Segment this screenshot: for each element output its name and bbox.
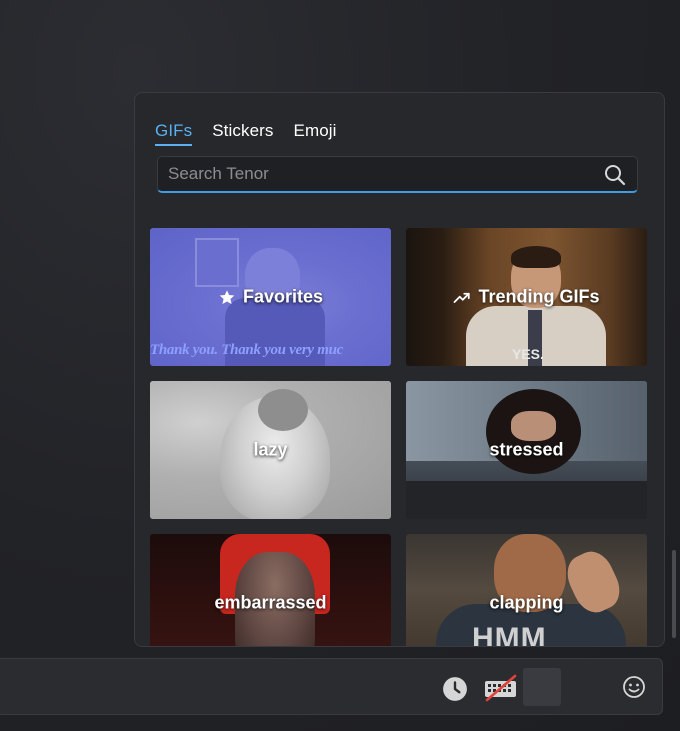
trending-up-icon [454, 292, 471, 303]
category-tile-clapping[interactable]: HMM clapping [406, 534, 647, 647]
tile-caption-text: Thank you. Thank you very muc [150, 342, 343, 358]
tile-background-art [511, 411, 556, 441]
category-tile-embarrassed[interactable]: embarrassed [150, 534, 391, 646]
tile-label-text: embarrassed [214, 592, 327, 613]
category-tile-trending[interactable]: YES. Trending GIFs [406, 228, 647, 366]
search-box [157, 156, 638, 193]
tile-label: clapping [406, 593, 647, 614]
tile-label-text: clapping [489, 592, 564, 613]
picker-tabs: GIFs Stickers Emoji [155, 121, 337, 146]
tile-caption-text: YES. [512, 346, 544, 362]
message-composer-bar [0, 658, 663, 715]
star-icon [219, 289, 235, 304]
tile-label-text: Trending GIFs [478, 286, 600, 307]
search-icon[interactable] [603, 163, 627, 187]
emoji-icon[interactable] [622, 675, 646, 699]
tab-gifs[interactable]: GIFs [155, 121, 193, 146]
tile-label-text: Favorites [242, 286, 324, 307]
tile-background-art [511, 246, 561, 268]
attachment-preview-slot[interactable] [523, 668, 561, 706]
picker-scrollbar[interactable] [672, 550, 676, 638]
tile-background-art [406, 481, 647, 519]
tile-label: Trending GIFs [406, 287, 647, 308]
tile-label-text: lazy [253, 439, 288, 460]
category-tile-lazy[interactable]: lazy [150, 381, 391, 519]
category-tile-stressed[interactable]: stressed [406, 381, 647, 519]
gif-category-grid: Thank you. Thank you very muc Favorites … [150, 228, 647, 647]
search-input[interactable] [158, 157, 598, 191]
tile-label: Favorites [150, 287, 391, 308]
tab-emoji[interactable]: Emoji [294, 121, 337, 146]
tile-background-art [195, 238, 239, 287]
tile-background-art [258, 389, 308, 431]
tile-label: stressed [406, 440, 647, 461]
keyboard-off-icon[interactable] [484, 673, 518, 703]
gif-picker-panel: GIFs Stickers Emoji Thank you. Thank you… [134, 92, 665, 647]
tile-label: lazy [150, 440, 391, 461]
tile-label-text: stressed [489, 439, 564, 460]
tile-caption-text: HMM [472, 622, 547, 647]
tab-stickers[interactable]: Stickers [212, 121, 273, 146]
clock-icon[interactable] [442, 676, 468, 702]
tile-label: embarrassed [150, 593, 391, 614]
category-tile-favorites[interactable]: Thank you. Thank you very muc Favorites [150, 228, 391, 366]
